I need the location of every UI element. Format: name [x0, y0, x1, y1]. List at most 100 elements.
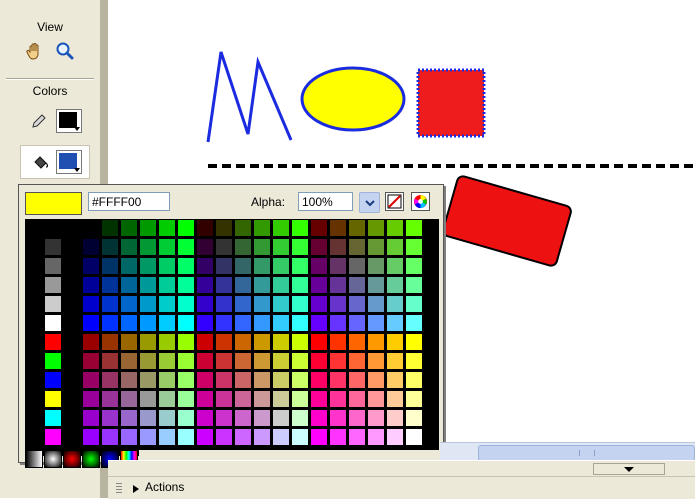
palette-swatch[interactable]: [367, 352, 385, 370]
palette-swatch[interactable]: [63, 333, 81, 351]
palette-swatch[interactable]: [348, 257, 366, 275]
palette-swatch[interactable]: [234, 390, 252, 408]
palette-swatch[interactable]: [367, 409, 385, 427]
stroke-color-swatch[interactable]: [56, 109, 82, 133]
palette-swatch[interactable]: [177, 219, 195, 237]
palette-swatch[interactable]: [25, 295, 43, 313]
palette-swatch[interactable]: [44, 276, 62, 294]
gradient-swatch[interactable]: [63, 450, 81, 468]
palette-swatch[interactable]: [348, 295, 366, 313]
palette-swatch[interactable]: [196, 314, 214, 332]
palette-swatch[interactable]: [348, 428, 366, 446]
palette-swatch[interactable]: [120, 390, 138, 408]
palette-swatch[interactable]: [63, 409, 81, 427]
palette-swatch[interactable]: [120, 295, 138, 313]
palette-swatch[interactable]: [272, 409, 290, 427]
palette-swatch[interactable]: [158, 390, 176, 408]
palette-swatch[interactable]: [82, 352, 100, 370]
palette-swatch[interactable]: [44, 409, 62, 427]
fill-color-tool[interactable]: [28, 149, 54, 175]
palette-swatch[interactable]: [82, 295, 100, 313]
palette-swatch[interactable]: [215, 428, 233, 446]
palette-swatch[interactable]: [63, 352, 81, 370]
palette-swatch[interactable]: [310, 238, 328, 256]
palette-swatch[interactable]: [82, 314, 100, 332]
palette-swatch[interactable]: [101, 314, 119, 332]
zoom-tool-button[interactable]: [52, 38, 78, 64]
palette-swatch[interactable]: [196, 409, 214, 427]
palette-swatch[interactable]: [177, 352, 195, 370]
palette-swatch[interactable]: [158, 276, 176, 294]
palette-swatch[interactable]: [253, 371, 271, 389]
palette-swatch[interactable]: [177, 314, 195, 332]
palette-swatch[interactable]: [348, 314, 366, 332]
palette-swatch[interactable]: [272, 333, 290, 351]
palette-swatch[interactable]: [367, 276, 385, 294]
palette-swatch[interactable]: [310, 390, 328, 408]
palette-swatch[interactable]: [158, 333, 176, 351]
palette-swatch[interactable]: [158, 257, 176, 275]
palette-swatch[interactable]: [196, 257, 214, 275]
palette-swatch[interactable]: [196, 276, 214, 294]
palette-swatch[interactable]: [234, 409, 252, 427]
palette-swatch[interactable]: [386, 371, 404, 389]
palette-swatch[interactable]: [310, 295, 328, 313]
palette-swatch[interactable]: [348, 276, 366, 294]
palette-swatch[interactable]: [44, 257, 62, 275]
palette-swatch[interactable]: [25, 390, 43, 408]
palette-swatch[interactable]: [101, 219, 119, 237]
palette-swatch[interactable]: [139, 314, 157, 332]
palette-swatch[interactable]: [291, 238, 309, 256]
palette-swatch[interactable]: [329, 333, 347, 351]
palette-swatch[interactable]: [367, 314, 385, 332]
alpha-input[interactable]: 100%: [298, 192, 353, 211]
palette-swatch[interactable]: [158, 238, 176, 256]
palette-swatch[interactable]: [196, 238, 214, 256]
palette-swatch[interactable]: [310, 276, 328, 294]
palette-swatch[interactable]: [44, 238, 62, 256]
palette-swatch[interactable]: [291, 314, 309, 332]
palette-swatch[interactable]: [329, 276, 347, 294]
palette-swatch[interactable]: [63, 428, 81, 446]
palette-swatch[interactable]: [329, 257, 347, 275]
palette-swatch[interactable]: [310, 428, 328, 446]
palette-swatch[interactable]: [386, 238, 404, 256]
palette-swatch[interactable]: [234, 428, 252, 446]
palette-swatch[interactable]: [101, 428, 119, 446]
palette-swatch[interactable]: [25, 333, 43, 351]
palette-swatch[interactable]: [405, 409, 423, 427]
palette-swatch[interactable]: [139, 428, 157, 446]
palette-swatch[interactable]: [25, 276, 43, 294]
horizontal-scrollbar[interactable]: [440, 442, 695, 461]
palette-swatch[interactable]: [291, 352, 309, 370]
palette-swatch[interactable]: [253, 314, 271, 332]
gradient-swatch[interactable]: [82, 450, 100, 468]
palette-swatch[interactable]: [44, 333, 62, 351]
palette-swatch[interactable]: [234, 276, 252, 294]
gradient-swatch[interactable]: [44, 450, 62, 468]
palette-swatch[interactable]: [310, 257, 328, 275]
palette-swatch[interactable]: [329, 390, 347, 408]
palette-swatch[interactable]: [348, 352, 366, 370]
palette-swatch[interactable]: [405, 428, 423, 446]
palette-swatch[interactable]: [367, 295, 385, 313]
palette-swatch[interactable]: [101, 257, 119, 275]
palette-swatch[interactable]: [82, 257, 100, 275]
palette-swatch[interactable]: [101, 371, 119, 389]
palette-swatch[interactable]: [120, 238, 138, 256]
palette-swatch[interactable]: [101, 238, 119, 256]
no-color-button[interactable]: [385, 192, 404, 211]
palette-swatch[interactable]: [386, 219, 404, 237]
palette-swatch[interactable]: [310, 409, 328, 427]
palette-swatch[interactable]: [215, 409, 233, 427]
palette-swatch[interactable]: [253, 333, 271, 351]
palette-swatch[interactable]: [177, 276, 195, 294]
palette-swatch[interactable]: [215, 390, 233, 408]
palette-swatch[interactable]: [44, 314, 62, 332]
palette-swatch[interactable]: [405, 219, 423, 237]
palette-swatch[interactable]: [253, 219, 271, 237]
gradient-swatch[interactable]: [25, 450, 43, 468]
palette-swatch[interactable]: [348, 238, 366, 256]
palette-swatch[interactable]: [215, 276, 233, 294]
palette-swatch[interactable]: [120, 371, 138, 389]
